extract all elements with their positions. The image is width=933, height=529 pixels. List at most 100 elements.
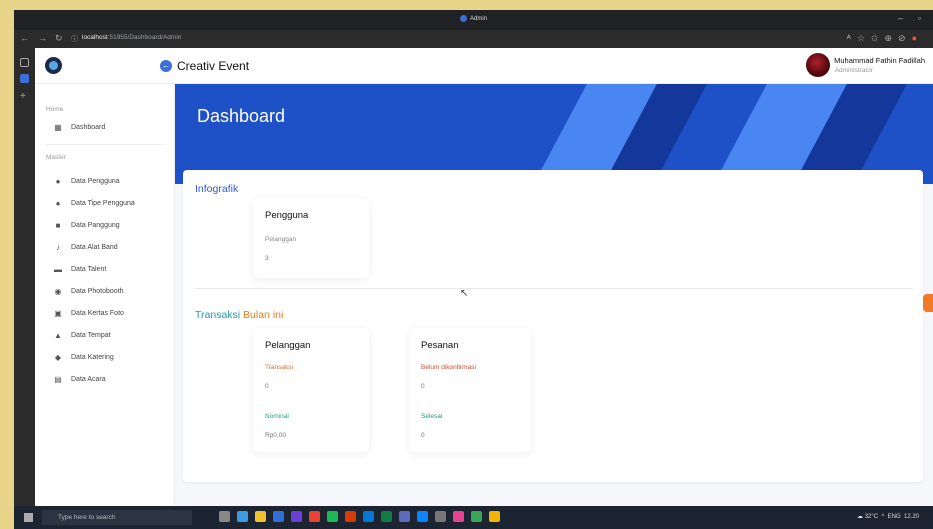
system-tray: ☁ 32°C ^ ENG 12.20 <box>857 513 919 520</box>
calendar-icon: ▤ <box>54 375 62 384</box>
url-field[interactable]: localhost:51955/Dashboard/Admin <box>82 34 181 41</box>
browser-titlebar: Admin – ▫ <box>14 10 933 30</box>
tray-chevron-icon[interactable]: ^ <box>881 514 884 520</box>
sidebar-item-data-photobooth[interactable]: ◉ Data Photobooth <box>54 286 169 300</box>
transaksi-value: 0 <box>265 383 269 390</box>
weather-icon[interactable]: ☁ <box>857 514 863 520</box>
word-app-icon[interactable] <box>363 511 374 522</box>
transaksi-title: Transaksi Bulan ini <box>195 309 284 321</box>
edge-icon <box>459 15 467 22</box>
browser-sidebar: + <box>14 48 35 506</box>
sidebar-item-data-alat-band[interactable]: ♪ Data Alat Band <box>54 242 169 256</box>
store-app-icon[interactable] <box>273 511 284 522</box>
collections-icon[interactable]: ⊕ <box>884 33 898 43</box>
sidebar-item-data-tipe-pengguna[interactable]: ● Data Tipe Pengguna <box>54 198 169 212</box>
explorer-app-icon[interactable] <box>255 511 266 522</box>
catering-icon: ◆ <box>54 353 62 362</box>
sidebar-item-data-pengguna[interactable]: ● Data Pengguna <box>54 176 169 190</box>
reload-icon[interactable]: ↻ <box>55 33 63 44</box>
user-icon: ● <box>55 177 61 186</box>
sidebar-item-data-kertas-foto[interactable]: ▣ Data Kertas Foto <box>54 308 169 322</box>
camera-icon: ◉ <box>54 287 62 296</box>
belum-dikonfirmasi-value: 0 <box>421 383 425 390</box>
extensions-icon[interactable]: ⊘ <box>898 33 912 43</box>
transaksi-label: Transaksi <box>265 364 293 371</box>
pesanan-card: Pesanan Belum dikonfirmasi 0 Selesai 0 <box>409 328 531 452</box>
sidebar-heading-master: Master <box>46 154 66 161</box>
pelanggan-heading: Pelanggan <box>265 340 311 351</box>
taskbar-search[interactable]: Type here to search <box>42 510 192 525</box>
mouse-cursor-icon: ↖ <box>460 288 469 299</box>
tabs-icon[interactable] <box>20 58 29 67</box>
selesai-value: 0 <box>421 432 425 439</box>
avatar[interactable] <box>806 53 830 77</box>
os-taskbar: Type here to search ☁ 32°C ^ ENG 12.20 <box>14 506 933 529</box>
browser-addressbar: ← → ↻ ⓘ localhost:51955/Dashboard/Admin … <box>14 30 933 48</box>
sidebar-heading-home: Home <box>46 106 64 113</box>
notes-app-icon[interactable] <box>489 511 500 522</box>
teams-app-icon[interactable] <box>399 511 410 522</box>
sidebar-item-data-panggung[interactable]: ■ Data Panggung <box>54 220 169 234</box>
page-title: Dashboard <box>197 106 286 126</box>
chrome-app-icon[interactable] <box>309 511 320 522</box>
photo-icon: ▣ <box>54 309 62 318</box>
pengguna-heading: Pengguna <box>265 210 309 221</box>
infografik-title: Infografik <box>195 183 239 195</box>
restore-icon[interactable]: ▫ <box>918 13 921 23</box>
users-icon: ● <box>55 199 61 208</box>
media-app-icon[interactable] <box>453 511 464 522</box>
new-tab-icon[interactable]: + <box>20 92 29 102</box>
profile-alert-icon[interactable]: ● <box>912 33 923 43</box>
favorites-icon[interactable]: ✩ <box>871 33 885 43</box>
misc-app-icon[interactable] <box>471 511 482 522</box>
site-info-icon[interactable]: ⓘ <box>71 34 78 44</box>
pelanggan-card: Pelanggan Transaksi 0 Nominal Rp0,00 <box>253 328 369 452</box>
sidebar-item-dashboard[interactable]: ▦ Dashboard <box>54 122 169 136</box>
task-view-icon[interactable] <box>219 511 230 522</box>
app-window: ← Creativ Event Muhammad Fathin Fadillah… <box>35 48 933 506</box>
sidebar-item-data-acara[interactable]: ▤ Data Acara <box>54 374 169 388</box>
sidebar-item-data-talent[interactable]: ▬ Data Talent <box>54 264 169 278</box>
dashboard-card: Infografik Pengguna Pelanggan 3 Transaks… <box>183 170 923 482</box>
terminal-app-icon[interactable] <box>435 511 446 522</box>
sidebar: Home ▦ Dashboard Master ● Data Pengguna … <box>35 84 175 506</box>
pelanggan-label: Pelanggan <box>265 236 297 243</box>
user-name[interactable]: Muhammad Fathin Fadillah <box>834 56 925 65</box>
pesanan-heading: Pesanan <box>421 340 459 351</box>
office-app-icon[interactable] <box>345 511 356 522</box>
talent-icon: ▬ <box>54 265 62 274</box>
selesai-label: Selesai <box>421 413 443 420</box>
spotify-app-icon[interactable] <box>327 511 338 522</box>
settings-side-tab[interactable] <box>923 294 933 312</box>
weather-text[interactable]: 32°C <box>865 514 878 520</box>
pelanggan-value: 3 <box>265 255 269 262</box>
visual-studio-app-icon[interactable] <box>291 511 302 522</box>
hero-banner: Dashboard <box>175 84 933 184</box>
user-role: Administrator <box>834 67 873 74</box>
sidebar-item-data-katering[interactable]: ◆ Data Katering <box>54 352 169 366</box>
sidebar-item-data-tempat[interactable]: ▲ Data Tempat <box>54 330 169 344</box>
read-aloud-icon[interactable]: ᴬ <box>847 33 857 43</box>
language-indicator[interactable]: ENG <box>888 514 901 520</box>
nominal-label: Nominal <box>265 413 289 420</box>
back-arrow-icon[interactable]: ← <box>20 33 29 43</box>
sidebar-divider <box>46 144 166 145</box>
minimize-icon[interactable]: – <box>898 13 903 23</box>
tab-favicon-icon[interactable] <box>20 74 29 83</box>
vscode-app-icon[interactable] <box>417 511 428 522</box>
clock[interactable]: 12.20 <box>904 514 919 520</box>
windows-start-icon[interactable] <box>24 513 33 522</box>
pengguna-card: Pengguna Pelanggan 3 <box>253 198 369 278</box>
dashboard-icon: ▦ <box>54 123 62 132</box>
edge-app-icon[interactable] <box>237 511 248 522</box>
forward-arrow-icon[interactable]: → <box>38 33 47 43</box>
nominal-value: Rp0,00 <box>265 432 286 439</box>
excel-app-icon[interactable] <box>381 511 392 522</box>
back-arrow-icon[interactable]: ← <box>160 60 172 72</box>
window-title: Admin <box>14 15 933 22</box>
app-title: Creativ Event <box>177 59 250 73</box>
microphone-icon: ♪ <box>56 243 60 252</box>
belum-dikonfirmasi-label: Belum dikonfirmasi <box>421 364 476 371</box>
favorite-icon[interactable]: ☆ <box>857 33 871 43</box>
app-logo[interactable] <box>45 57 62 74</box>
